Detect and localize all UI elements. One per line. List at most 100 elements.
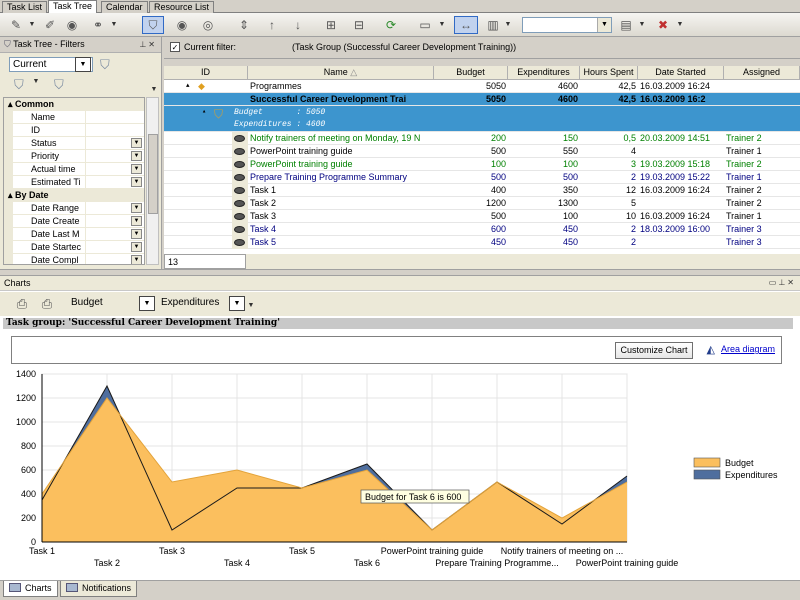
filter-property-value[interactable] [86, 111, 144, 123]
filter-property-row[interactable]: Priority ▼ [4, 150, 144, 163]
print-preview-chart-icon[interactable]: ⎙ [36, 295, 58, 313]
col-header-expenditures[interactable]: Expenditures [508, 66, 580, 80]
apply-filter-icon[interactable]: ⛉ [100, 57, 110, 73]
series2-dropdown-icon[interactable]: ▼ [229, 296, 245, 311]
pin-icon[interactable]: ⊥ [778, 278, 787, 287]
task-row[interactable]: Task 1 400 350 12 16.03.2009 16:24 Trainer 2 [164, 184, 800, 197]
panel-menu-icon[interactable]: ▭ [769, 278, 779, 287]
series2-select[interactable]: Expenditures [158, 296, 228, 312]
task-row[interactable]: Task 2 1200 1300 5 Trainer 2 [164, 197, 800, 210]
category-common[interactable]: ▴ Common [4, 98, 144, 111]
filter-property-value[interactable]: ▼ [86, 137, 144, 149]
filter-property-value[interactable]: ▼ [86, 254, 144, 264]
col-header-hours[interactable]: Hours Spent [580, 66, 638, 80]
move-updown-icon[interactable]: ⇕ [234, 16, 254, 34]
filter-property-row[interactable]: Date Last M ▼ [4, 228, 144, 241]
programmes-row[interactable]: ▴ ◆ Programmes 5050 4600 42,5 16.03.2009… [164, 80, 800, 93]
filter-property-value[interactable]: ▼ [86, 163, 144, 175]
filter-property-row[interactable]: Actual time ▼ [4, 163, 144, 176]
filter-preset-dropdown-icon[interactable]: ▼ [75, 57, 91, 72]
link-dropdown-icon[interactable]: ▼ [110, 16, 118, 34]
columns-dropdown-icon[interactable]: ▼ [504, 16, 512, 34]
chart-options-icon[interactable]: ▼ [247, 300, 255, 312]
fit-width-icon[interactable]: ↔ [454, 16, 478, 34]
task-row[interactable]: Task 4 600 450 2 18.03.2009 16:00 Trainer 3 [164, 223, 800, 236]
filter-property-value[interactable]: ▼ [86, 202, 144, 214]
property-dropdown-icon[interactable]: ▼ [131, 151, 142, 161]
task-row[interactable]: Prepare Training Programme Summary 500 500… [164, 171, 800, 184]
close-icon[interactable]: ✕ [148, 40, 157, 49]
hide-completed-icon[interactable]: ◎ [198, 16, 218, 34]
move-down-icon[interactable]: ↓ [288, 16, 308, 34]
filters-scrollbar[interactable] [146, 97, 159, 265]
bottom-tab-notifications[interactable]: Notifications [60, 581, 138, 597]
filter-toggle-icon[interactable]: ⛉ [142, 16, 164, 34]
filter-property-value[interactable]: ▼ [86, 150, 144, 162]
col-header-budget[interactable]: Budget [434, 66, 508, 80]
bottom-tab-charts[interactable]: Charts [3, 581, 58, 597]
tab-resource-list[interactable]: Resource List [149, 1, 215, 13]
filter-property-value[interactable]: ▼ [86, 241, 144, 253]
export-dropdown-icon[interactable]: ▼ [638, 16, 646, 34]
property-dropdown-icon[interactable]: ▼ [131, 138, 142, 148]
expand-group-icon[interactable]: ▴ [202, 106, 206, 118]
move-up-icon[interactable]: ↑ [262, 16, 282, 34]
search-combo-dropdown-icon[interactable]: ▼ [597, 18, 611, 32]
col-header-id[interactable]: ID [164, 66, 248, 80]
property-dropdown-icon[interactable]: ▼ [131, 255, 142, 264]
group-row[interactable]: Successful Career Development Trai 5050 … [164, 93, 800, 106]
refresh-icon[interactable]: ⟳ [380, 16, 402, 34]
ungroup-icon[interactable]: ⊟ [348, 16, 370, 34]
customize-chart-button[interactable]: Customize Chart [615, 342, 693, 359]
task-row[interactable]: PowerPoint training guide 500 550 4 Trainer … [164, 145, 800, 158]
filter-property-row[interactable]: ID [4, 124, 144, 137]
tab-task-list[interactable]: Task List [2, 1, 48, 13]
print-chart-icon[interactable]: ⎙ [10, 295, 34, 313]
columns-icon[interactable]: ▥ [484, 16, 502, 34]
category-by-date[interactable]: ▴ By Date [4, 189, 144, 202]
filter-property-row[interactable]: Date Startec ▼ [4, 241, 144, 254]
series1-dropdown-icon[interactable]: ▼ [139, 296, 155, 311]
task-row[interactable]: Task 5 450 450 2 Trainer 3 [164, 236, 800, 249]
property-dropdown-icon[interactable]: ▼ [131, 216, 142, 226]
expand-programmes-icon[interactable]: ▴ [186, 80, 190, 92]
filter-property-row[interactable]: Date Compl ▼ [4, 254, 144, 264]
group-icon[interactable]: ⊞ [320, 16, 342, 34]
property-dropdown-icon[interactable]: ▼ [131, 242, 142, 252]
print-preview-icon[interactable]: ▭ [414, 16, 436, 34]
close-icon[interactable]: ✕ [787, 278, 796, 287]
delete-dropdown-icon[interactable]: ▼ [676, 16, 684, 34]
edit-task-icon[interactable]: ✐ [40, 16, 60, 34]
filter-property-row[interactable]: Date Range ▼ [4, 202, 144, 215]
pin-icon[interactable]: ⊥ [139, 40, 148, 49]
filter-property-value[interactable] [86, 124, 144, 136]
task-row[interactable]: PowerPoint training guide 100 100 3 19.03.20… [164, 158, 800, 171]
task-row[interactable]: Notify trainers of meeting on Monday, 19… [164, 132, 800, 145]
area-diagram-link[interactable]: Area diagram [721, 344, 775, 354]
filter-property-value[interactable]: ▼ [86, 215, 144, 227]
show-completed-icon[interactable]: ◉ [172, 16, 192, 34]
filter-property-value[interactable]: ▼ [86, 176, 144, 188]
filter-property-row[interactable]: Status ▼ [4, 137, 144, 150]
filter-property-row[interactable]: Date Create ▼ [4, 215, 144, 228]
task-row[interactable]: Task 3 500 100 10 16.03.2009 16:24 Trainer 1 [164, 210, 800, 223]
col-header-date-started[interactable]: Date Started [638, 66, 724, 80]
property-dropdown-icon[interactable]: ▼ [131, 164, 142, 174]
export-icon[interactable]: ▤ [616, 16, 636, 34]
filter-property-row[interactable]: Estimated Ti ▼ [4, 176, 144, 189]
link-task-icon[interactable]: ⚭ [88, 16, 108, 34]
property-dropdown-icon[interactable]: ▼ [131, 229, 142, 239]
clear-filter-icon[interactable]: ⛉ [54, 77, 64, 93]
tab-calendar[interactable]: Calendar [101, 1, 148, 13]
tab-task-tree[interactable]: Task Tree [48, 0, 98, 14]
delete-icon[interactable]: ✖ [652, 16, 674, 34]
search-combo[interactable]: ▼ [522, 17, 612, 33]
current-filter-checkbox[interactable]: ✓ [170, 42, 180, 52]
col-header-name[interactable]: Name △ [248, 66, 434, 80]
series1-select[interactable]: Budget [68, 296, 138, 312]
filter-property-row[interactable]: Name [4, 111, 144, 124]
panel-options-icon[interactable]: ▼ [150, 85, 158, 95]
new-task-dropdown-icon[interactable]: ▼ [28, 16, 36, 34]
col-header-assigned[interactable]: Assigned [724, 66, 800, 80]
new-task-icon[interactable]: ✎ [6, 16, 26, 34]
